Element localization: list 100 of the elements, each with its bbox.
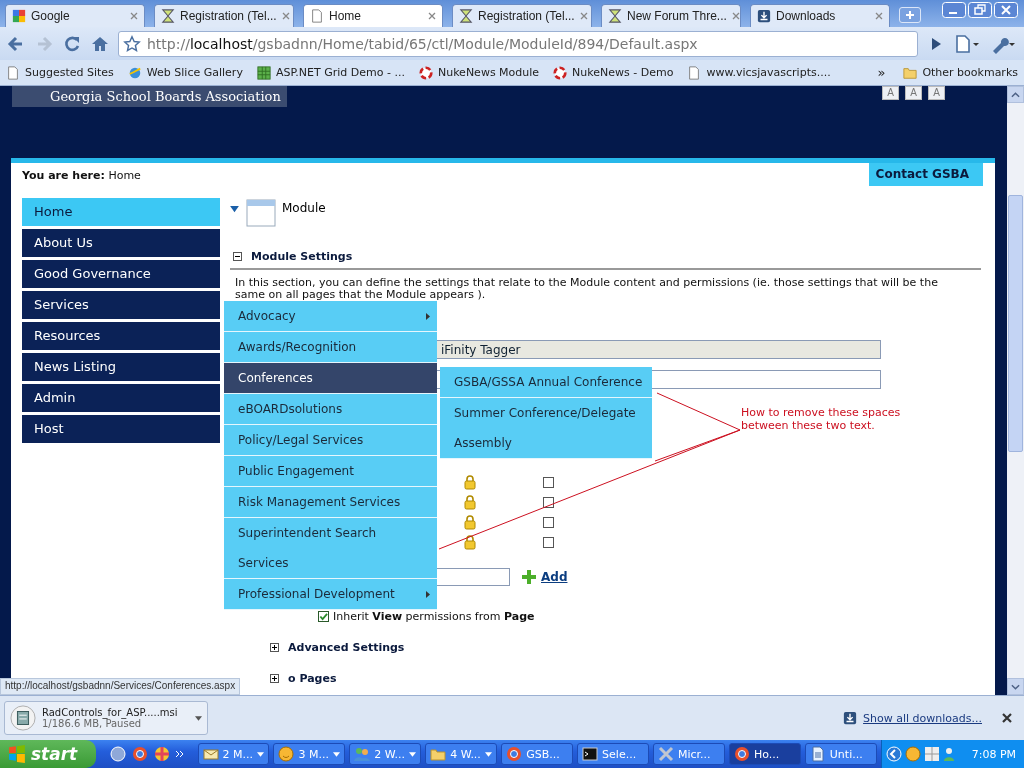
add-link[interactable]: Add <box>541 570 568 584</box>
vertical-scrollbar[interactable] <box>1007 86 1024 695</box>
taskbar-button[interactable]: 2 W... <box>349 743 422 765</box>
menu-item[interactable]: GSBA/GSSA Annual Conference <box>440 367 652 398</box>
padlock-icon <box>464 534 476 550</box>
browser-icon <box>733 746 750 762</box>
arrow-left-icon[interactable] <box>885 746 902 762</box>
browser-tab[interactable]: Registration (Tel... <box>154 4 294 27</box>
bookmark-link[interactable]: Web Slice Gallery <box>127 65 243 80</box>
new-tab-button[interactable] <box>899 7 921 23</box>
menu-item[interactable]: eBOARDsolutions <box>224 394 437 425</box>
caret-icon[interactable] <box>195 715 202 721</box>
nav-menu-item[interactable]: Home <box>22 198 220 226</box>
browser-tab[interactable]: Home <box>303 4 443 27</box>
chevron-icon[interactable] <box>175 751 184 757</box>
document-icon <box>809 746 826 762</box>
text-size-button[interactable]: A <box>905 86 922 100</box>
menu-item[interactable]: Policy/Legal Services <box>224 425 437 456</box>
plus-icon <box>905 10 915 20</box>
color-wheel-icon[interactable] <box>153 746 170 762</box>
taskbar-button[interactable]: 3 M... <box>273 743 346 765</box>
collapse-icon[interactable] <box>233 252 242 261</box>
close-icon[interactable] <box>1002 713 1012 723</box>
expand-icon[interactable] <box>270 643 279 652</box>
taskbar-button[interactable]: Sele... <box>577 743 649 765</box>
menu-item[interactable]: Conferences <box>224 363 437 394</box>
smiley-icon[interactable] <box>904 746 921 762</box>
menu-item[interactable]: Awards/Recognition <box>224 332 437 363</box>
address-bar[interactable]: http://localhost/gsbadnn/Home/tabid/65/ctl/Module/ModuleId/894/Default.aspx <box>118 30 918 57</box>
taskbar-button[interactable]: 2 M... <box>197 743 270 765</box>
browser-tab[interactable]: Downloads <box>750 4 890 27</box>
page-menu-icon[interactable] <box>954 33 982 54</box>
taskbar-button[interactable]: Ho... <box>728 743 801 765</box>
contact-button[interactable]: Contact GSBA <box>868 163 983 186</box>
checkbox[interactable] <box>542 516 554 528</box>
browser-tab[interactable]: Google <box>5 4 145 27</box>
more-bookmarks-chevron[interactable]: » <box>877 65 886 80</box>
section-description: In this section, you can define the settings that relate to the Module content and permissions (ie. those settings that will be the same on all pages that the Module appears ). <box>235 277 939 301</box>
bookmark-link[interactable]: www.vicsjavascripts.... <box>687 65 831 80</box>
nav-menu-item[interactable]: Services <box>22 291 220 319</box>
nav-menu-item[interactable]: Resources <box>22 322 220 350</box>
minimize-icon[interactable] <box>942 2 966 18</box>
bookmark-link[interactable]: Suggested Sites <box>6 65 114 80</box>
hourglass-icon <box>161 9 175 23</box>
menu-item[interactable]: Public Engagement <box>224 456 437 487</box>
breadcrumb: You are here: Home <box>22 169 141 182</box>
bookmark-link[interactable]: NukeNews Module <box>418 65 540 80</box>
browser-icon[interactable] <box>131 746 148 762</box>
envelope-icon <box>202 746 219 762</box>
restore-icon[interactable] <box>968 2 992 18</box>
dropdown-triangle-icon[interactable] <box>230 205 239 213</box>
download-filename: RadControls_for_ASP.....msi <box>42 707 179 718</box>
hourglass-icon <box>608 9 622 23</box>
nav-menu-item[interactable]: News Listing <box>22 353 220 381</box>
expand-icon[interactable] <box>270 674 279 683</box>
nav-menu-item[interactable]: Host <box>22 415 220 443</box>
grid-icon[interactable] <box>923 746 940 762</box>
scroll-thumb[interactable] <box>1008 195 1023 452</box>
scroll-down-button[interactable] <box>1007 678 1024 695</box>
globe-icon <box>127 65 142 80</box>
scroll-up-button[interactable] <box>1007 86 1024 103</box>
menu-item[interactable]: Advocacy <box>224 301 437 332</box>
star-icon[interactable] <box>123 34 141 53</box>
nav-menu-item[interactable]: Good Governance <box>22 260 220 288</box>
menu-item[interactable]: Summer Conference/Delegate Assembly <box>440 398 652 459</box>
url-text: http://localhost/gsbadnn/Home/tabid/65/ctl/Module/ModuleId/894/Default.aspx <box>147 35 698 52</box>
download-status: 1/186.6 MB, Paused <box>42 718 142 729</box>
taskbar-button[interactable]: GSB... <box>501 743 574 765</box>
page-icon <box>6 65 20 80</box>
grid-icon <box>256 65 271 80</box>
nav-menu-item[interactable]: About Us <box>22 229 220 257</box>
bookmark-link[interactable]: NukeNews - Demo <box>553 65 674 80</box>
menu-item[interactable]: Superintendent Search Services <box>224 518 437 579</box>
checkbox[interactable] <box>542 496 554 508</box>
browser-tab[interactable]: New Forum Thre... <box>601 4 741 27</box>
windows-flag-icon <box>8 745 26 763</box>
padlock-icon <box>464 494 476 510</box>
bookmark-folder[interactable]: Other bookmarks <box>903 65 1018 80</box>
folder-icon <box>430 746 447 762</box>
text-size-button[interactable]: A <box>928 86 945 100</box>
plus-icon[interactable] <box>522 570 536 584</box>
browser-tab[interactable]: Registration (Tel... <box>452 4 592 27</box>
show-all-downloads-link[interactable]: Show all downloads... <box>863 711 982 725</box>
menu-item[interactable]: Risk Management Services <box>224 487 437 518</box>
taskbar-button[interactable]: 4 W... <box>425 743 498 765</box>
checkbox[interactable] <box>542 536 554 548</box>
menu-item[interactable]: Professional Development <box>224 579 437 610</box>
tile-icon <box>12 9 26 23</box>
padlock-icon <box>464 514 476 530</box>
text-size-button[interactable]: A <box>882 86 899 100</box>
window-icon <box>246 199 276 227</box>
taskbar-button[interactable]: Unti... <box>804 743 877 765</box>
bookmark-link[interactable]: ASP.NET Grid Demo - ... <box>256 65 405 80</box>
taskbar-button[interactable]: Micr... <box>653 743 725 765</box>
nav-menu-item[interactable]: Admin <box>22 384 220 412</box>
circle-icon[interactable] <box>109 746 126 762</box>
checkbox[interactable] <box>318 611 329 622</box>
checkbox[interactable] <box>542 476 554 488</box>
download-item[interactable]: RadControls_for_ASP.....msi 1/186.6 MB, Paused <box>4 701 208 735</box>
download-icon <box>843 711 858 725</box>
